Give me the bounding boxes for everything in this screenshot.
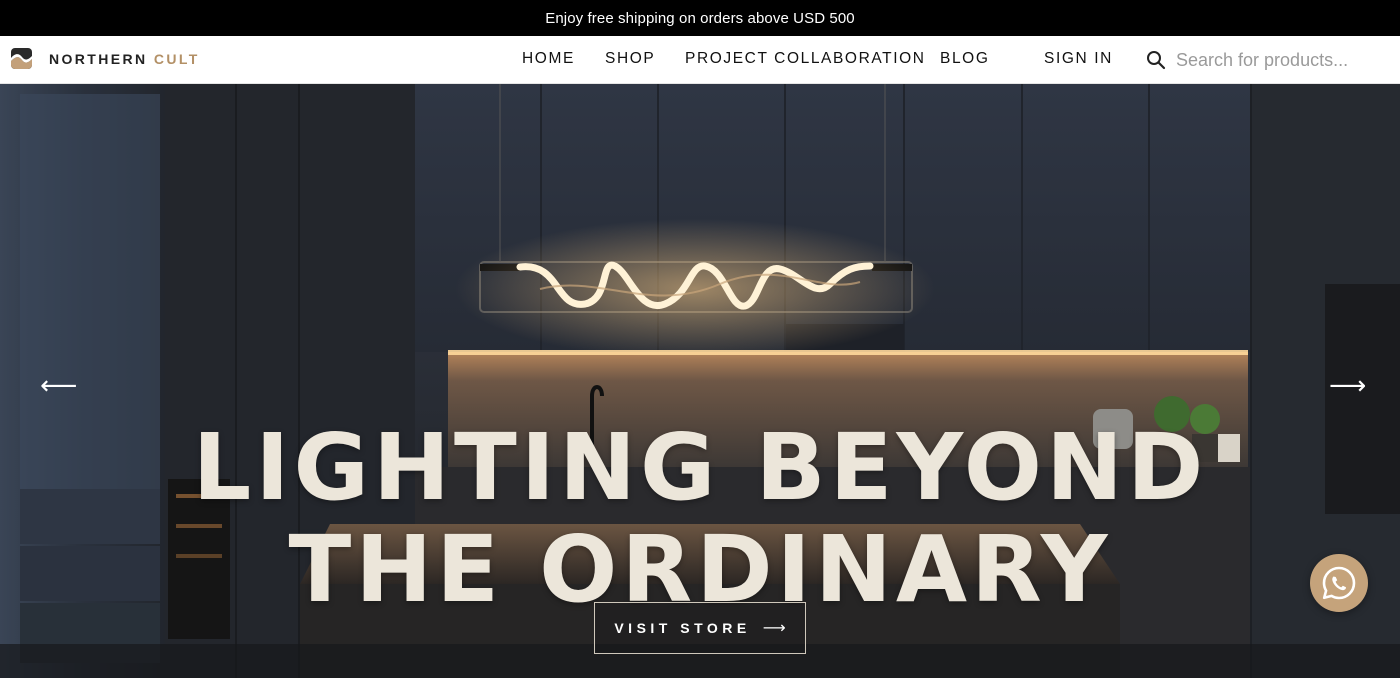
visit-store-label: VISIT STORE [614, 620, 751, 636]
hero-banner: ⟵ ⟶ LIGHTING BEYOND THE ORDINARY VISIT S… [0, 84, 1400, 678]
nav-shop[interactable]: SHOP [605, 50, 655, 68]
arrow-right-icon: ⟶ [762, 620, 786, 637]
whatsapp-button[interactable] [1310, 554, 1368, 612]
site-header: NORTHERN CULT HOME SHOP PROJECT COLLABOR… [0, 36, 1400, 84]
carousel-prev-arrow[interactable]: ⟵ [40, 370, 77, 400]
hero-headline-line1: LIGHTING BEYOND [192, 414, 1208, 521]
whatsapp-icon [1322, 566, 1356, 600]
visit-store-button[interactable]: VISIT STORE ⟶ [594, 602, 806, 654]
nav-blog[interactable]: BLOG [940, 50, 989, 68]
announcement-bar: Enjoy free shipping on orders above USD … [0, 0, 1400, 36]
announcement-text: Enjoy free shipping on orders above USD … [545, 9, 855, 27]
search-icon[interactable] [1146, 50, 1166, 70]
sign-in-link[interactable]: SIGN IN [1044, 50, 1113, 68]
search-input[interactable] [1176, 47, 1376, 73]
nav-project-collaboration[interactable]: PROJECT COLLABORATION [685, 50, 926, 68]
carousel-next-arrow[interactable]: ⟶ [1329, 370, 1366, 400]
nav-home[interactable]: HOME [522, 50, 575, 68]
